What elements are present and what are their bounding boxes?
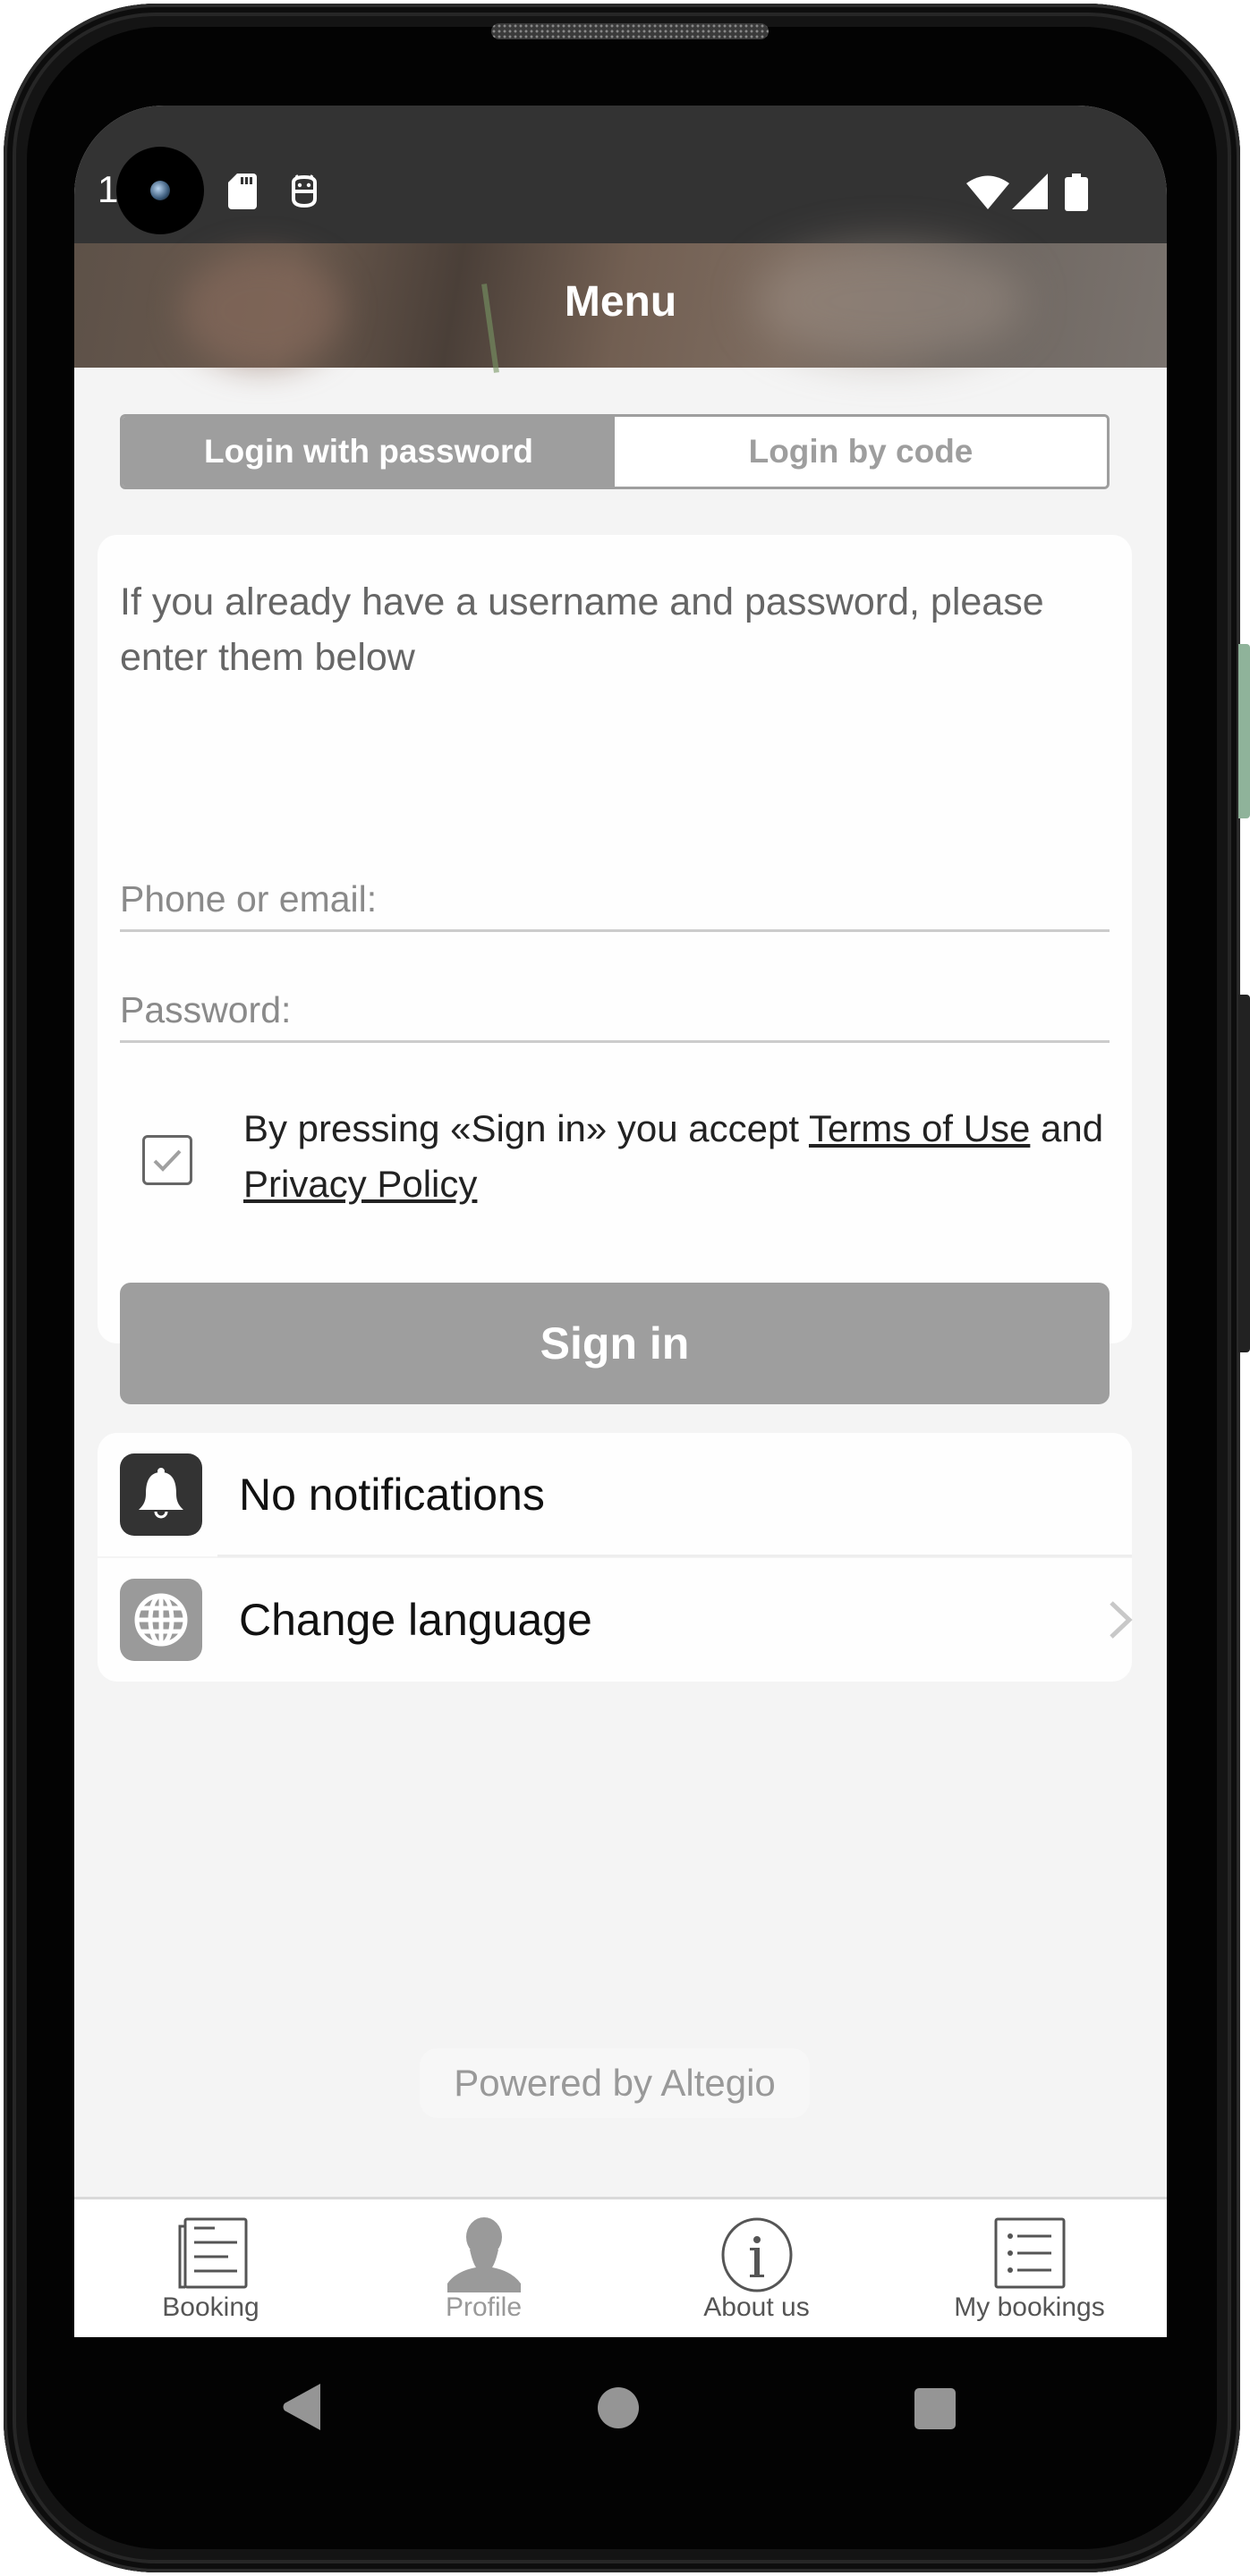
tab-label: Profile bbox=[445, 2292, 523, 2322]
login-method-tabs: Login with password Login by code bbox=[120, 414, 1110, 489]
checkmark-icon bbox=[153, 1149, 182, 1172]
tab-label: Booking bbox=[162, 2292, 259, 2322]
menu-item-change-language[interactable]: Change language bbox=[98, 1558, 1133, 1682]
wifi-icon bbox=[966, 175, 1009, 209]
globe-icon bbox=[134, 1593, 188, 1647]
terms-consent-text: By pressing «Sign in» you accept Terms o… bbox=[243, 1101, 1120, 1212]
bell-icon-badge bbox=[120, 1453, 202, 1536]
home-icon[interactable] bbox=[598, 2387, 639, 2428]
phone-email-input[interactable] bbox=[120, 843, 1110, 929]
info-icon bbox=[721, 2217, 792, 2292]
menu-divider bbox=[217, 1555, 1132, 1557]
front-camera bbox=[116, 147, 204, 234]
consent-prefix: By pressing «Sign in» you accept bbox=[243, 1107, 809, 1149]
sd-card-icon bbox=[228, 174, 257, 209]
app-screen: 1 Menu Login with password Login by code… bbox=[74, 106, 1167, 2337]
menu-item-label: No notifications bbox=[239, 1470, 545, 1520]
globe-icon-badge bbox=[120, 1579, 202, 1661]
privacy-policy-link[interactable]: Privacy Policy bbox=[243, 1163, 477, 1205]
app-header: Menu bbox=[74, 243, 1167, 373]
chevron-right-icon bbox=[1110, 1601, 1133, 1639]
android-nav-bar bbox=[74, 2337, 1167, 2471]
phone-email-field bbox=[120, 843, 1110, 932]
person-icon bbox=[446, 2217, 521, 2292]
battery-icon bbox=[1065, 174, 1088, 211]
tab-label: About us bbox=[703, 2292, 810, 2322]
tab-my-bookings[interactable]: My bookings bbox=[893, 2199, 1166, 2337]
earpiece-speaker bbox=[491, 23, 769, 39]
list-icon bbox=[994, 2217, 1065, 2289]
tab-login-with-password[interactable]: Login with password bbox=[123, 417, 615, 487]
signal-icon bbox=[1012, 174, 1048, 209]
tab-label: My bookings bbox=[954, 2292, 1105, 2322]
back-icon[interactable] bbox=[283, 2384, 322, 2430]
login-instructions: If you already have a username and passw… bbox=[120, 580, 1044, 679]
password-field bbox=[120, 953, 1110, 1043]
terms-consent-checkbox[interactable] bbox=[142, 1135, 192, 1185]
terms-of-use-link[interactable]: Terms of Use bbox=[809, 1107, 1030, 1149]
power-button bbox=[1238, 644, 1250, 818]
status-bar: 1 bbox=[74, 106, 1167, 243]
sign-in-button[interactable]: Sign in bbox=[120, 1283, 1110, 1404]
volume-button bbox=[1238, 995, 1250, 1352]
menu-item-label: Change language bbox=[239, 1595, 592, 1645]
booking-document-icon bbox=[178, 2217, 247, 2289]
menu-item-notifications[interactable]: No notifications bbox=[98, 1433, 1132, 1556]
tab-about-us[interactable]: About us bbox=[620, 2199, 893, 2337]
bottom-tab-bar: Booking Profile About us My bookings bbox=[74, 2197, 1167, 2337]
debug-icon bbox=[292, 174, 317, 208]
status-time: 1 bbox=[98, 168, 119, 210]
recent-apps-icon[interactable] bbox=[914, 2388, 956, 2429]
tab-booking[interactable]: Booking bbox=[74, 2199, 347, 2337]
login-card: If you already have a username and passw… bbox=[98, 535, 1132, 1404]
page-title: Menu bbox=[564, 278, 677, 326]
powered-by-badge[interactable]: Powered by Altegio bbox=[420, 2048, 810, 2118]
bell-icon bbox=[139, 1468, 183, 1519]
tab-profile[interactable]: Profile bbox=[347, 2199, 620, 2337]
consent-and: and bbox=[1030, 1107, 1104, 1149]
password-input[interactable] bbox=[120, 953, 1110, 1040]
tab-login-by-code[interactable]: Login by code bbox=[615, 417, 1107, 487]
